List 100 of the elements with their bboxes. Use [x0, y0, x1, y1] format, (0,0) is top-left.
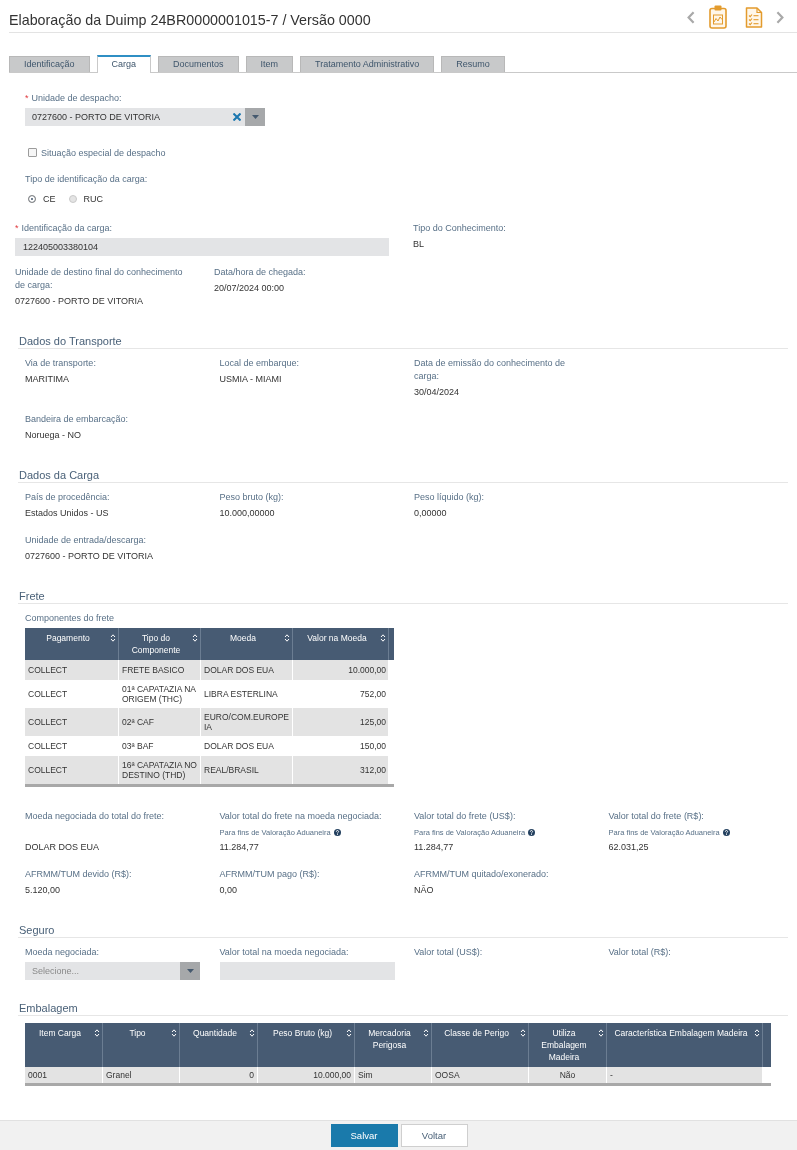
tab[interactable]: Identificação	[9, 56, 90, 72]
clear-icon[interactable]	[233, 113, 241, 121]
field-value: 0,00000	[414, 506, 447, 520]
back-button[interactable]: Voltar	[400, 1124, 468, 1147]
save-button[interactable]: Salvar	[330, 1124, 398, 1147]
checkbox-label: Situação especial de despacho	[41, 147, 166, 158]
field-value: NÃO	[414, 883, 434, 897]
field-label: Valor total do frete (US$):	[414, 810, 516, 821]
table-cell: DOLAR DOS EUA	[201, 659, 293, 680]
field-label: Peso bruto (kg):	[219, 491, 284, 502]
field-value: BL	[413, 238, 424, 251]
column-header[interactable]: Mercadoria Perigosa	[355, 1022, 432, 1067]
sort-icon[interactable]	[171, 1027, 177, 1038]
radio-label: CE	[43, 193, 56, 204]
field-value: 0,00	[219, 883, 238, 897]
field-label: Tipo do Conhecimento:	[413, 223, 506, 233]
column-header[interactable]: Tipo do Componente	[119, 627, 201, 660]
radio-button[interactable]	[28, 194, 36, 203]
tab[interactable]: Item	[245, 56, 294, 72]
section-heading: Embalagem	[18, 1000, 788, 1016]
table-cell: 01ª CAPATAZIA NA ORIGEM (THC)	[119, 679, 201, 708]
section-heading: Dados do Transporte	[18, 333, 788, 349]
field-value: 5.120,00	[25, 883, 61, 897]
sort-icon[interactable]	[284, 632, 290, 643]
column-header[interactable]: Característica Embalagem Madeira	[607, 1022, 763, 1067]
field-label: Identificação da carga:	[21, 223, 113, 233]
tab[interactable]: Carga	[96, 55, 152, 73]
field-label: Valor total (US$):	[414, 946, 483, 957]
column-header[interactable]: Utiliza Embalagem Madeira	[529, 1022, 607, 1067]
field-label: Valor total (R$):	[608, 946, 671, 957]
field-label: Peso líquido (kg):	[414, 491, 485, 502]
caret-icon	[251, 115, 259, 119]
field-value: USMIA - MIAMI	[219, 372, 282, 386]
field-label: Bandeira de embarcação:	[25, 413, 129, 424]
tab[interactable]: Documentos	[158, 56, 239, 72]
required-mark: *	[25, 93, 29, 103]
table-cell: 752,00	[293, 679, 389, 708]
field-value: 0727600 - PORTO DE VITORIA	[15, 294, 144, 308]
column-header[interactable]: Pagamento	[25, 627, 119, 660]
section-heading: Seguro	[18, 922, 788, 938]
sort-icon[interactable]	[423, 1027, 429, 1038]
dropdown-button[interactable]	[180, 961, 200, 980]
field-label: Valor total do frete (R$):	[608, 810, 704, 821]
column-header[interactable]: Item Carga	[25, 1022, 103, 1067]
column-header[interactable]: Peso Bruto (kg)	[258, 1022, 355, 1067]
table-cell: REAL/BRASIL	[201, 755, 293, 784]
table-cell: COLLECT	[25, 679, 119, 708]
select-field[interactable]: 0727600 - PORTO DE VITORIA	[25, 108, 265, 126]
sort-icon[interactable]	[754, 1027, 760, 1038]
column-header[interactable]: Moeda	[201, 627, 293, 660]
clipboard-chart-icon[interactable]	[709, 5, 727, 29]
help-icon[interactable]	[333, 828, 341, 836]
sort-icon[interactable]	[110, 632, 116, 643]
column-header[interactable]: Valor na Moeda	[293, 627, 389, 660]
field-label: País de procedência:	[25, 491, 110, 502]
column-header[interactable]: Classe de Perigo	[432, 1022, 529, 1067]
sort-icon[interactable]	[520, 1027, 526, 1038]
sort-icon[interactable]	[598, 1027, 604, 1038]
caret-icon	[186, 968, 194, 973]
field-label: Unidade de despacho:	[31, 93, 122, 103]
table-cell: COLLECT	[25, 755, 119, 784]
table-cell: DOLAR DOS EUA	[201, 735, 293, 756]
field-label: Moeda negociada do total do frete:	[25, 810, 165, 821]
sort-icon[interactable]	[192, 632, 198, 643]
sort-icon[interactable]	[380, 632, 386, 643]
help-icon[interactable]	[528, 828, 536, 836]
table-cell: COLLECT	[25, 659, 119, 680]
header-filler	[389, 627, 394, 660]
column-header[interactable]: Quantidade	[180, 1022, 258, 1067]
tab[interactable]: Tratamento Administrativo	[300, 56, 435, 72]
dropdown-button[interactable]	[245, 108, 265, 126]
radio-button[interactable]	[68, 194, 77, 203]
sort-icon[interactable]	[94, 1027, 100, 1038]
table-cell: 10.000,00	[293, 659, 389, 680]
sort-icon[interactable]	[346, 1027, 352, 1038]
field-value: 20/07/2024 00:00	[214, 281, 285, 295]
field-value: MARITIMA	[25, 372, 69, 386]
header-filler	[763, 1022, 771, 1067]
input-field[interactable]: 122405003380104	[15, 238, 389, 256]
field-label: Valor total na moeda negociada:	[219, 946, 349, 957]
table-cell: 16ª CAPATAZIA NO DESTINO (THD)	[119, 755, 201, 784]
column-header[interactable]: Tipo	[103, 1022, 180, 1067]
field-value: 62.031,25	[608, 840, 649, 854]
checklist-document-icon[interactable]	[745, 6, 763, 28]
table-cell: 02ª CAF	[119, 707, 201, 736]
field-label: Local de embarque:	[219, 357, 300, 368]
section-heading: Frete	[18, 588, 788, 604]
field-value: 30/04/2024	[414, 385, 460, 399]
checkbox[interactable]	[28, 148, 37, 157]
table-cell: LIBRA ESTERLINA	[201, 679, 293, 708]
table-cell: EURO/COM.EUROPEIA	[201, 707, 293, 736]
page-title: Elaboração da Duimp 24BR0000001015-7 / Versão 0000	[9, 10, 371, 30]
tab[interactable]: Resumo	[441, 56, 505, 72]
required-mark: *	[15, 223, 19, 233]
field-label: Via de transporte:	[25, 357, 96, 368]
table-cell: COLLECT	[25, 735, 119, 756]
field-label: AFRMM/TUM quitado/exonerado:	[414, 868, 549, 879]
help-icon[interactable]	[722, 828, 730, 836]
input-field[interactable]	[219, 961, 395, 980]
sort-icon[interactable]	[249, 1027, 255, 1038]
